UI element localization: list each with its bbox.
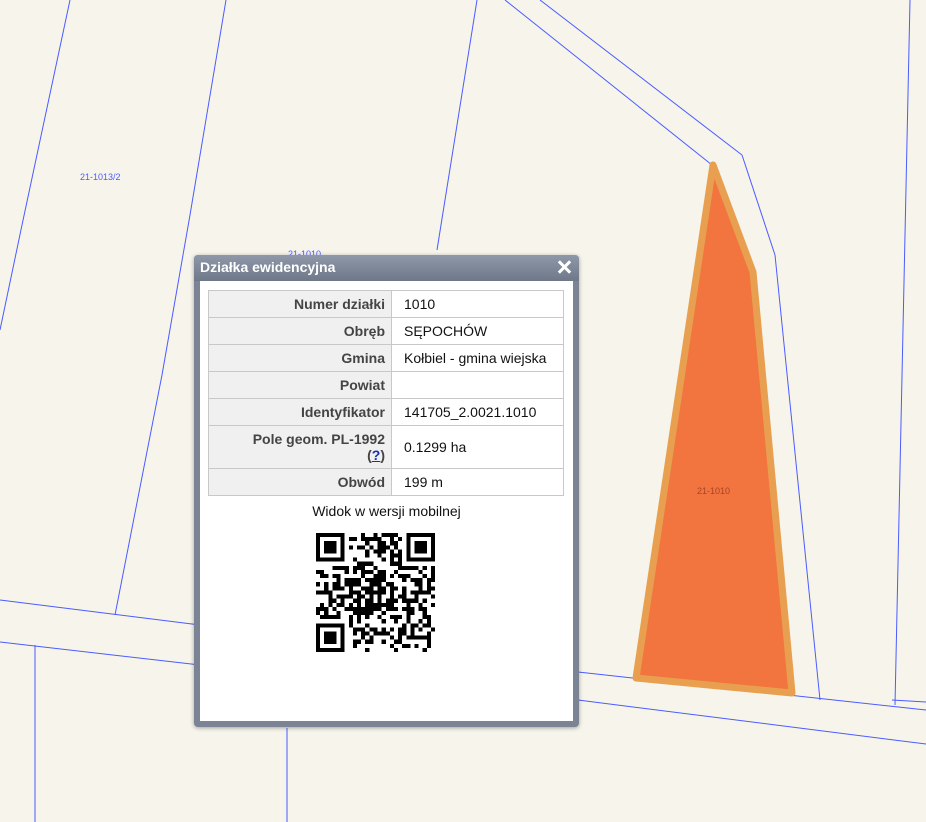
table-row: Gmina Kołbiel - gmina wiejska [208,344,564,372]
row-key: Powiat [208,371,392,399]
popup-title: Działka ewidencyjna [200,259,336,275]
close-icon[interactable] [555,258,573,276]
highlighted-parcel-label: 21-1010 [697,486,730,496]
row-key: Obręb [208,317,392,345]
row-value: Kołbiel - gmina wiejska [391,344,564,372]
mobile-view-label: Widok w wersji mobilnej [312,503,461,519]
row-value [391,371,564,399]
table-row: Obręb SĘPOCHÓW [208,317,564,345]
popup-body: Numer działki 1010 Obręb SĘPOCHÓW Gmina … [200,281,573,721]
parcel-label: 21-1013/2 [80,172,121,182]
row-key: Numer działki [208,290,392,318]
parcel-info-popup: Działka ewidencyjna Numer działki 1010 O… [194,255,579,727]
row-key-label: Pole geom. PL-1992 [252,431,385,447]
help-link[interactable]: ? [372,447,381,463]
table-row: Numer działki 1010 [208,290,564,318]
table-row: Identyfikator 141705_2.0021.1010 [208,398,564,426]
qr-code-icon[interactable] [316,533,435,652]
row-value: 141705_2.0021.1010 [391,398,564,426]
attributes-table: Numer działki 1010 Obręb SĘPOCHÓW Gmina … [208,290,564,496]
table-row: Powiat [208,371,564,399]
row-key: Gmina [208,344,392,372]
row-key: Obwód [208,468,392,496]
row-key: Identyfikator [208,398,392,426]
table-row: Obwód 199 m [208,468,564,496]
row-key: Pole geom. PL-1992 (?) [208,425,392,469]
row-value: 199 m [391,468,564,496]
row-value: 1010 [391,290,564,318]
popup-header: Działka ewidencyjna [194,255,579,281]
row-value: 0.1299 ha [391,425,564,469]
row-value: SĘPOCHÓW [391,317,564,345]
table-row: Pole geom. PL-1992 (?) 0.1299 ha [208,425,564,469]
